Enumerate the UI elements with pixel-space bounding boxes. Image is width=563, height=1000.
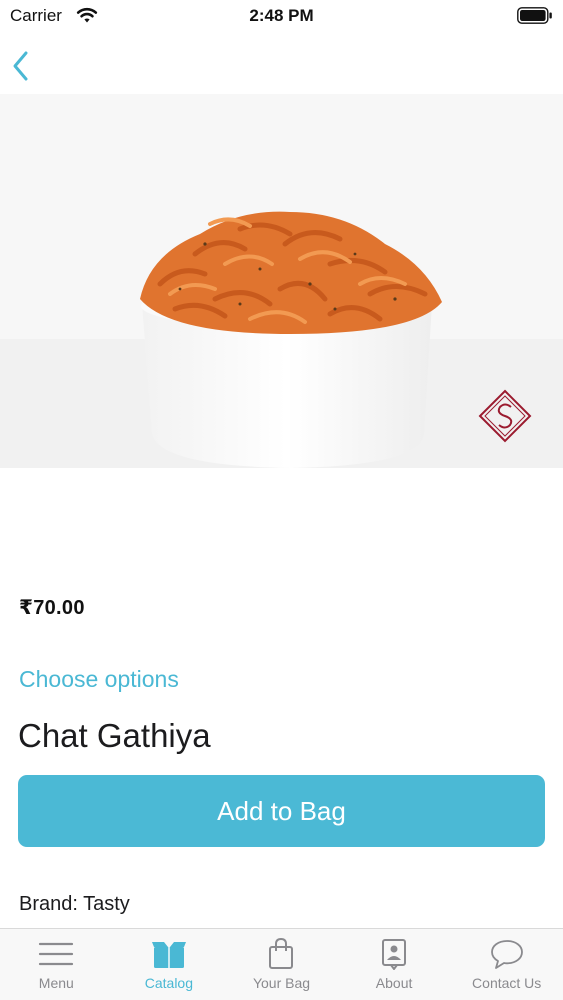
choose-options-link[interactable]: Choose options — [19, 666, 179, 693]
tab-catalog[interactable]: Catalog — [113, 929, 226, 1000]
tab-label: About — [375, 975, 413, 991]
battery-icon — [517, 7, 552, 24]
status-bar: Carrier 2:48 PM — [0, 0, 563, 32]
tab-label: Menu — [38, 975, 74, 991]
box-icon — [151, 942, 186, 968]
tab-label: Catalog — [144, 975, 194, 991]
tab-bar: Menu Catalog Your Bag About Contact Us — [0, 928, 563, 1000]
product-title: Chat Gathiya — [18, 717, 211, 754]
product-price: ₹70.00 — [19, 597, 85, 619]
product-image — [0, 94, 563, 468]
product-brand: Brand: Tasty — [19, 893, 130, 915]
tab-label: Contact Us — [472, 975, 542, 991]
clock: 2:48 PM — [249, 6, 314, 25]
tab-about[interactable]: About — [338, 929, 451, 1000]
add-to-bag-label: Add to Bag — [217, 795, 346, 826]
shopping-bag-icon — [269, 938, 294, 969]
tab-label: Your Bag — [252, 975, 311, 991]
menu-icon — [39, 942, 74, 966]
tab-contact-us[interactable]: Contact Us — [450, 929, 563, 1000]
chat-bubble-icon — [490, 940, 523, 969]
tab-your-bag[interactable]: Your Bag — [225, 929, 338, 1000]
tab-menu[interactable]: Menu — [0, 929, 113, 1000]
chevron-left-icon[interactable] — [8, 48, 36, 84]
add-to-bag-button[interactable]: Add to Bag — [18, 775, 545, 847]
contact-card-icon — [382, 939, 407, 970]
